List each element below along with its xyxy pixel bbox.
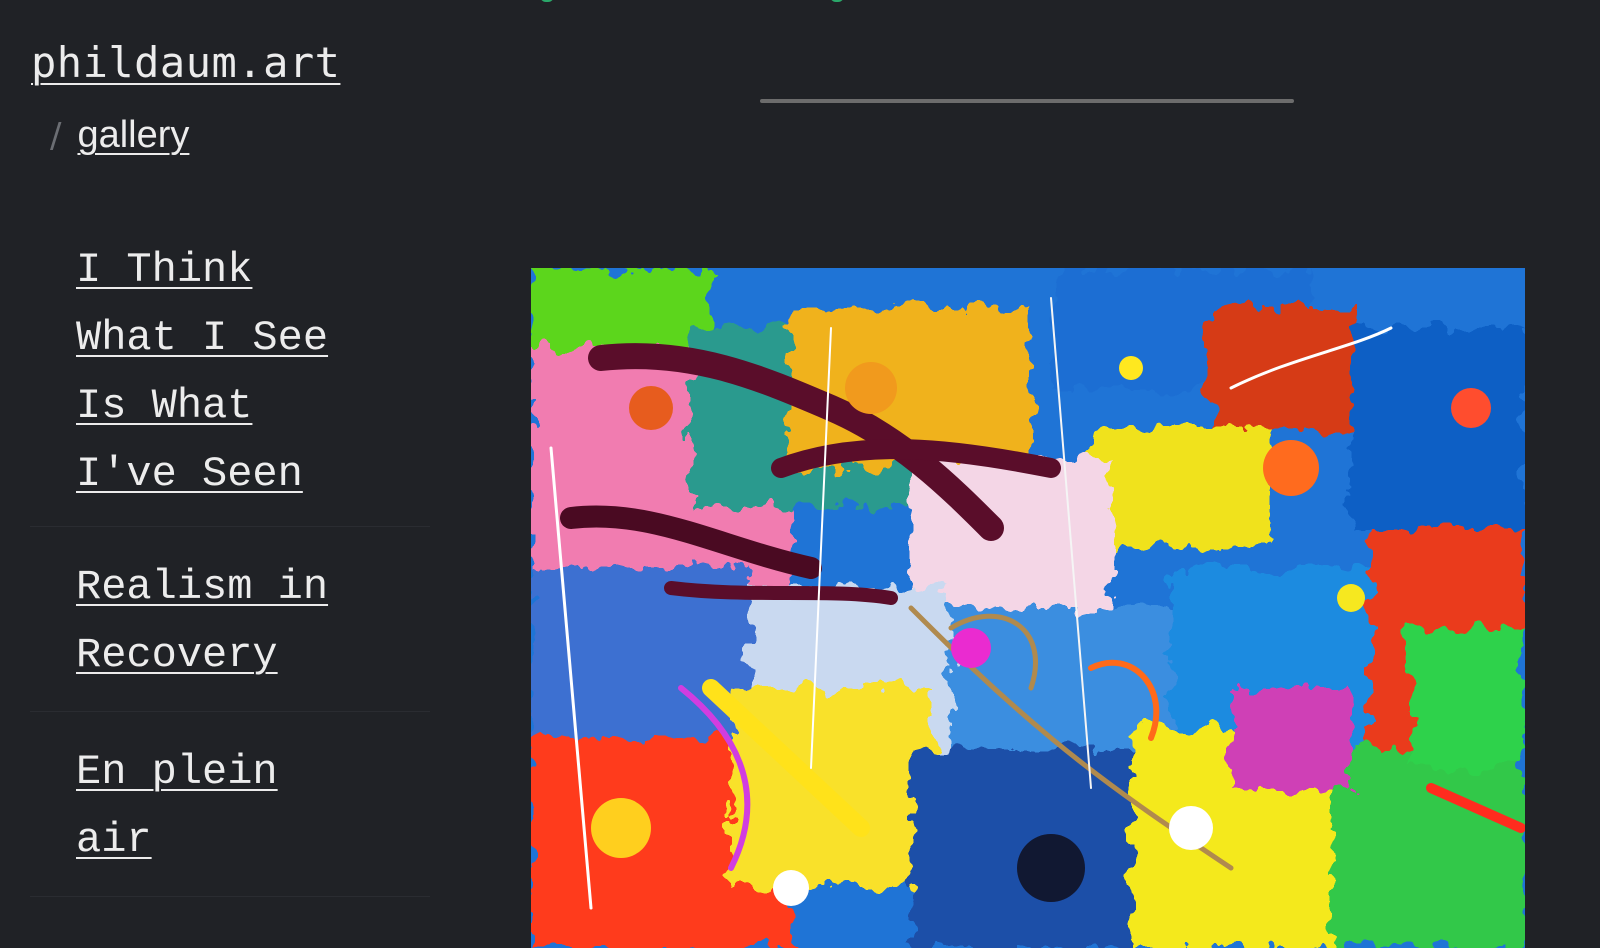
top-accent [540,0,860,2]
abstract-painting [531,268,1525,948]
sidebar-link-en-plein-air[interactable]: En plein air [76,738,376,874]
accent-mark [540,0,554,2]
breadcrumb-gallery-link[interactable]: gallery [77,114,189,157]
sidebar-link-i-think-what-i-see[interactable]: I Think What I See Is What I've Seen [76,236,376,508]
divider-rule [760,99,1294,103]
gallery-sidebar: I Think What I See Is What I've Seen Rea… [30,236,430,897]
sidebar-item: Realism in Recovery [30,553,430,712]
sidebar-link-realism-in-recovery[interactable]: Realism in Recovery [76,553,376,689]
site-title-link[interactable]: phildaum.art [31,38,340,87]
breadcrumb-separator: / [50,116,62,156]
breadcrumb: / gallery [50,114,189,157]
accent-mark [830,0,844,2]
sidebar-item: I Think What I See Is What I've Seen [30,236,430,527]
artwork-image[interactable] [531,268,1525,948]
sidebar-item: En plein air [30,738,430,897]
